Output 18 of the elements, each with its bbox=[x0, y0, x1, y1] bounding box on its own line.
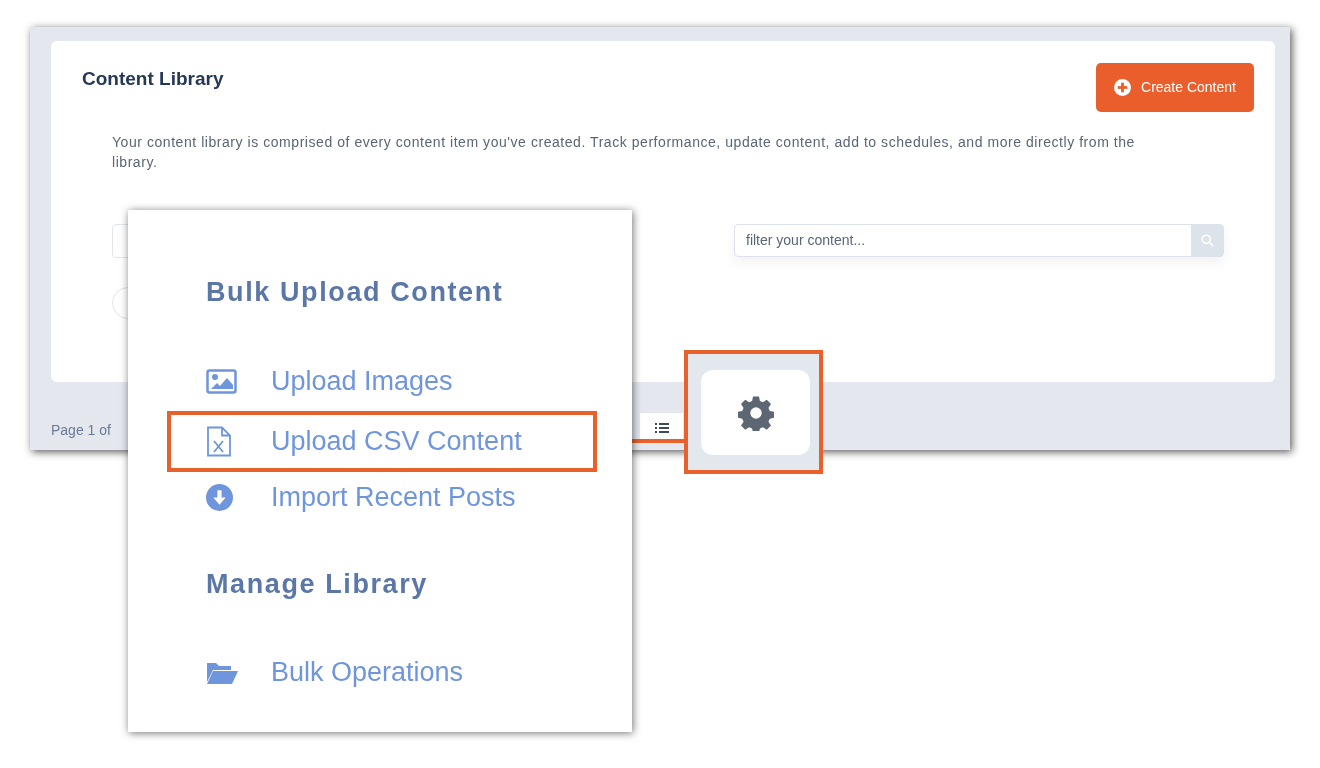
plus-circle-icon bbox=[1114, 79, 1131, 96]
menu-item[interactable]: Upload Images bbox=[206, 352, 606, 410]
settings-icon bbox=[737, 394, 774, 431]
menu-item[interactable]: Bulk Operations bbox=[206, 643, 606, 701]
create-content-button[interactable]: Create Content bbox=[1096, 63, 1254, 112]
menu-item[interactable]: Import Recent Posts bbox=[206, 468, 606, 526]
image-icon bbox=[206, 368, 237, 394]
description-text: Your content library is comprised of every content item you've created. Track performance, update content, add to schedules, and more directly from the library. bbox=[112, 133, 1136, 172]
pagination-text: Page 1 of bbox=[51, 421, 111, 440]
menu-item[interactable]: Upload CSV Content bbox=[206, 415, 593, 468]
download-icon bbox=[206, 483, 233, 511]
search-icon bbox=[1200, 234, 1214, 247]
settings-button[interactable] bbox=[701, 370, 810, 455]
list-icon bbox=[654, 422, 669, 434]
file-icon bbox=[206, 426, 232, 457]
menu-heading: Bulk Upload Content bbox=[206, 276, 505, 309]
page-title: Content Library bbox=[82, 67, 224, 91]
menu-heading: Manage Library bbox=[206, 568, 429, 601]
